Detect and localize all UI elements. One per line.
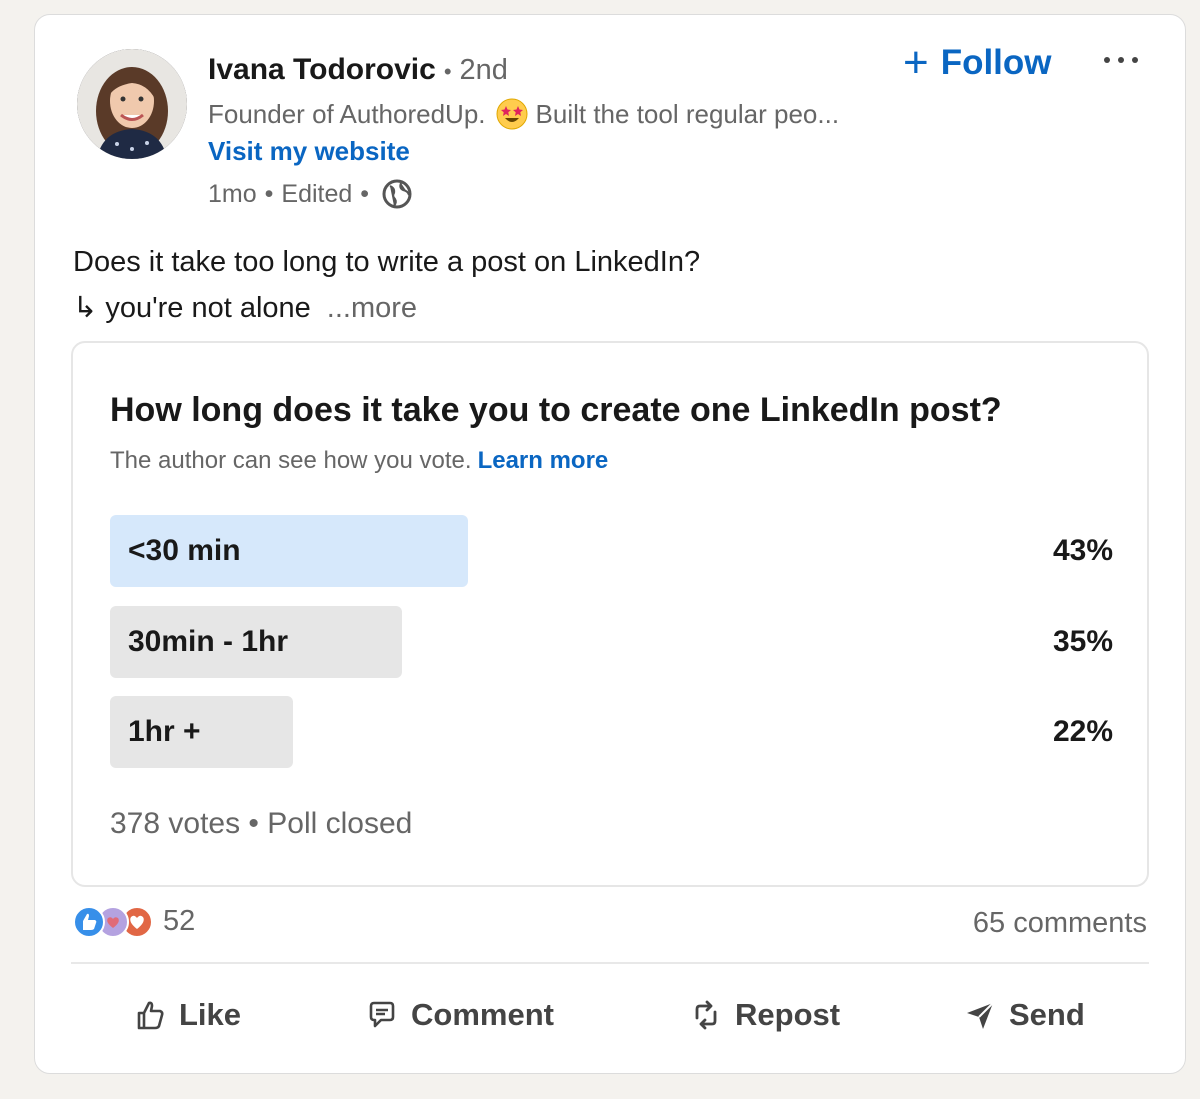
arrow-glyph: ↳ (73, 292, 98, 324)
like-label: Like (179, 997, 242, 1032)
comment-label: Comment (411, 997, 554, 1032)
post-card: Ivana Todorovic • 2nd Founder of Authore… (34, 14, 1186, 1074)
post-meta: 1mo • Edited • (208, 178, 413, 210)
author-name[interactable]: Ivana Todorovic (208, 53, 436, 87)
poll-option-percent: 35% (1052, 625, 1113, 658)
visit-website-link[interactable]: Visit my website (208, 136, 410, 167)
poll-option: <30 min 43% (110, 515, 1113, 587)
poll-footer: 378 votes • Poll closed (110, 807, 413, 840)
connection-degree: 2nd (459, 54, 508, 86)
post-time[interactable]: 1mo (208, 180, 257, 209)
reactions-summary[interactable]: 52 (73, 905, 195, 938)
learn-more-link[interactable]: Learn more (478, 447, 609, 474)
poll-option-label: 1hr + (128, 715, 201, 748)
poll-option-label: <30 min (128, 534, 241, 567)
author-headline: Founder of AuthoredUp. Built the tool re… (208, 98, 839, 130)
comments-count-link[interactable]: 65 comments (973, 907, 1147, 940)
author-avatar[interactable] (77, 49, 187, 159)
dot (1132, 57, 1138, 63)
poll-option-percent: 43% (1052, 534, 1113, 567)
post-line-2: ↳ you're not alone ...more (73, 285, 700, 331)
degree-separator: • (443, 59, 452, 84)
headline-start: Founder of AuthoredUp. (208, 98, 486, 129)
send-icon (967, 1002, 994, 1029)
globe-icon (382, 179, 412, 209)
plus-icon: + (903, 38, 929, 87)
headline-end: Built the tool regular peo... (535, 98, 840, 129)
reaction-count: 52 (163, 905, 196, 937)
thumbs-up-icon (137, 1001, 164, 1030)
follow-button[interactable]: + Follow (903, 41, 1052, 85)
comment-icon (369, 1001, 395, 1028)
edited-label: Edited (281, 179, 353, 208)
avatar-photo (77, 49, 187, 159)
more-options-icon[interactable] (1101, 45, 1141, 75)
divider (71, 962, 1149, 964)
poll-note: The author can see how you vote. Learn mo… (110, 447, 608, 475)
see-more-link[interactable]: ...more (327, 292, 417, 324)
like-icon (73, 905, 105, 938)
post-line-2-text: you're not alone (105, 292, 311, 324)
poll-question: How long does it take you to create one … (110, 391, 1002, 429)
dot (1118, 57, 1124, 63)
send-button[interactable]: Send (963, 997, 1085, 1033)
dot (1104, 57, 1110, 63)
send-label: Send (1009, 997, 1085, 1032)
poll-option-label: 30min - 1hr (128, 625, 289, 658)
author-name-row: Ivana Todorovic • 2nd (208, 53, 508, 87)
post-line-1: Does it take too long to write a post on… (73, 246, 701, 278)
repost-label: Repost (735, 997, 841, 1032)
post-text: Does it take too long to write a post on… (73, 239, 700, 331)
poll-option: 30min - 1hr 35% (110, 606, 1113, 678)
poll-card: How long does it take you to create one … (71, 341, 1149, 887)
comment-button[interactable]: Comment (365, 997, 554, 1033)
star-struck-emoji-icon (496, 98, 528, 130)
repost-icon (695, 1000, 717, 1030)
meta-separator: • (264, 179, 274, 208)
poll-option-percent: 22% (1052, 715, 1113, 748)
meta-separator: • (360, 179, 370, 208)
repost-button[interactable]: Repost (689, 997, 840, 1033)
poll-note-text: The author can see how you vote. (110, 447, 472, 474)
follow-label: Follow (940, 43, 1052, 82)
poll-option: 1hr + 22% (110, 696, 1113, 768)
like-button[interactable]: Like (133, 997, 241, 1033)
